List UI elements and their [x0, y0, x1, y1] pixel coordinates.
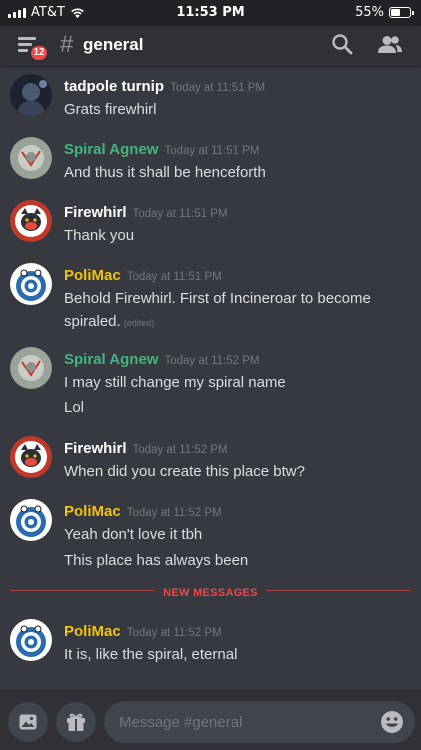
- avatar[interactable]: [10, 436, 52, 478]
- image-icon: [19, 714, 37, 730]
- avatar[interactable]: [10, 499, 52, 541]
- message-text: Lol: [64, 399, 85, 416]
- message-text-continued: spiraled. (edited): [64, 313, 154, 330]
- message-text: It is, like the spiral, eternal: [64, 646, 238, 663]
- gift-button[interactable]: [56, 702, 96, 742]
- message-text-line: spiraled.: [64, 313, 121, 330]
- timestamp: Today at 11:51 PM: [170, 82, 266, 94]
- menu-button[interactable]: 12: [14, 32, 54, 62]
- battery-icon: [389, 7, 414, 18]
- avatar[interactable]: [10, 74, 52, 116]
- author-name[interactable]: PoliMac: [64, 503, 121, 520]
- author-name[interactable]: Spiral Agnew: [64, 351, 158, 368]
- author-name[interactable]: tadpole turnip: [64, 78, 164, 95]
- members-icon[interactable]: [377, 34, 403, 56]
- message-text: Yeah don't love it tbh: [64, 526, 203, 543]
- message-text: And thus it shall be henceforth: [64, 164, 266, 181]
- author-name[interactable]: PoliMac: [64, 267, 121, 284]
- avatar[interactable]: [10, 263, 52, 305]
- avatar[interactable]: [10, 137, 52, 179]
- timestamp: Today at 11:52 PM: [126, 507, 222, 519]
- timestamp: Today at 11:51 PM: [164, 145, 260, 157]
- battery-percent: 55%: [355, 5, 384, 20]
- gift-icon: [67, 713, 85, 731]
- message-list[interactable]: tadpole turnip Today at 11:51 PM Grats fi…: [0, 66, 421, 690]
- message-text: When did you create this place btw?: [64, 463, 305, 480]
- message-text: Grats firewhirl: [64, 101, 157, 118]
- author-name[interactable]: Spiral Agnew: [64, 141, 158, 158]
- attach-image-button[interactable]: [8, 702, 48, 742]
- status-bar: AT&T 11:53 PM 55%: [0, 0, 421, 26]
- timestamp: Today at 11:52 PM: [164, 355, 260, 367]
- message-composer: [0, 690, 421, 750]
- author-name[interactable]: Firewhirl: [64, 204, 127, 221]
- message-text: This place has always been: [64, 552, 249, 569]
- timestamp: Today at 11:51 PM: [126, 271, 222, 283]
- avatar[interactable]: [10, 347, 52, 389]
- timestamp: Today at 11:52 PM: [132, 444, 228, 456]
- search-icon[interactable]: [331, 33, 353, 55]
- message-text: I may still change my spiral name: [64, 374, 286, 391]
- notification-badge: 12: [29, 44, 49, 62]
- channel-header: 12 # general: [0, 26, 421, 66]
- channel-name[interactable]: general: [83, 35, 143, 55]
- edited-label: (edited): [123, 318, 155, 328]
- new-messages-text: NEW MESSAGES: [155, 587, 266, 599]
- channel-hash-icon: #: [60, 31, 74, 58]
- emoji-icon[interactable]: [380, 710, 404, 734]
- avatar[interactable]: [10, 200, 52, 242]
- timestamp: Today at 11:52 PM: [126, 627, 222, 639]
- message-input[interactable]: [104, 701, 415, 743]
- author-name[interactable]: PoliMac: [64, 623, 121, 640]
- message-text: Thank you: [64, 227, 135, 244]
- message-text: Behold Firewhirl. First of Incineroar to…: [64, 290, 371, 307]
- timestamp: Today at 11:51 PM: [132, 208, 228, 220]
- author-name[interactable]: Firewhirl: [64, 440, 127, 457]
- new-messages-label: NEW MESSAGES: [0, 583, 421, 601]
- avatar[interactable]: [10, 619, 52, 661]
